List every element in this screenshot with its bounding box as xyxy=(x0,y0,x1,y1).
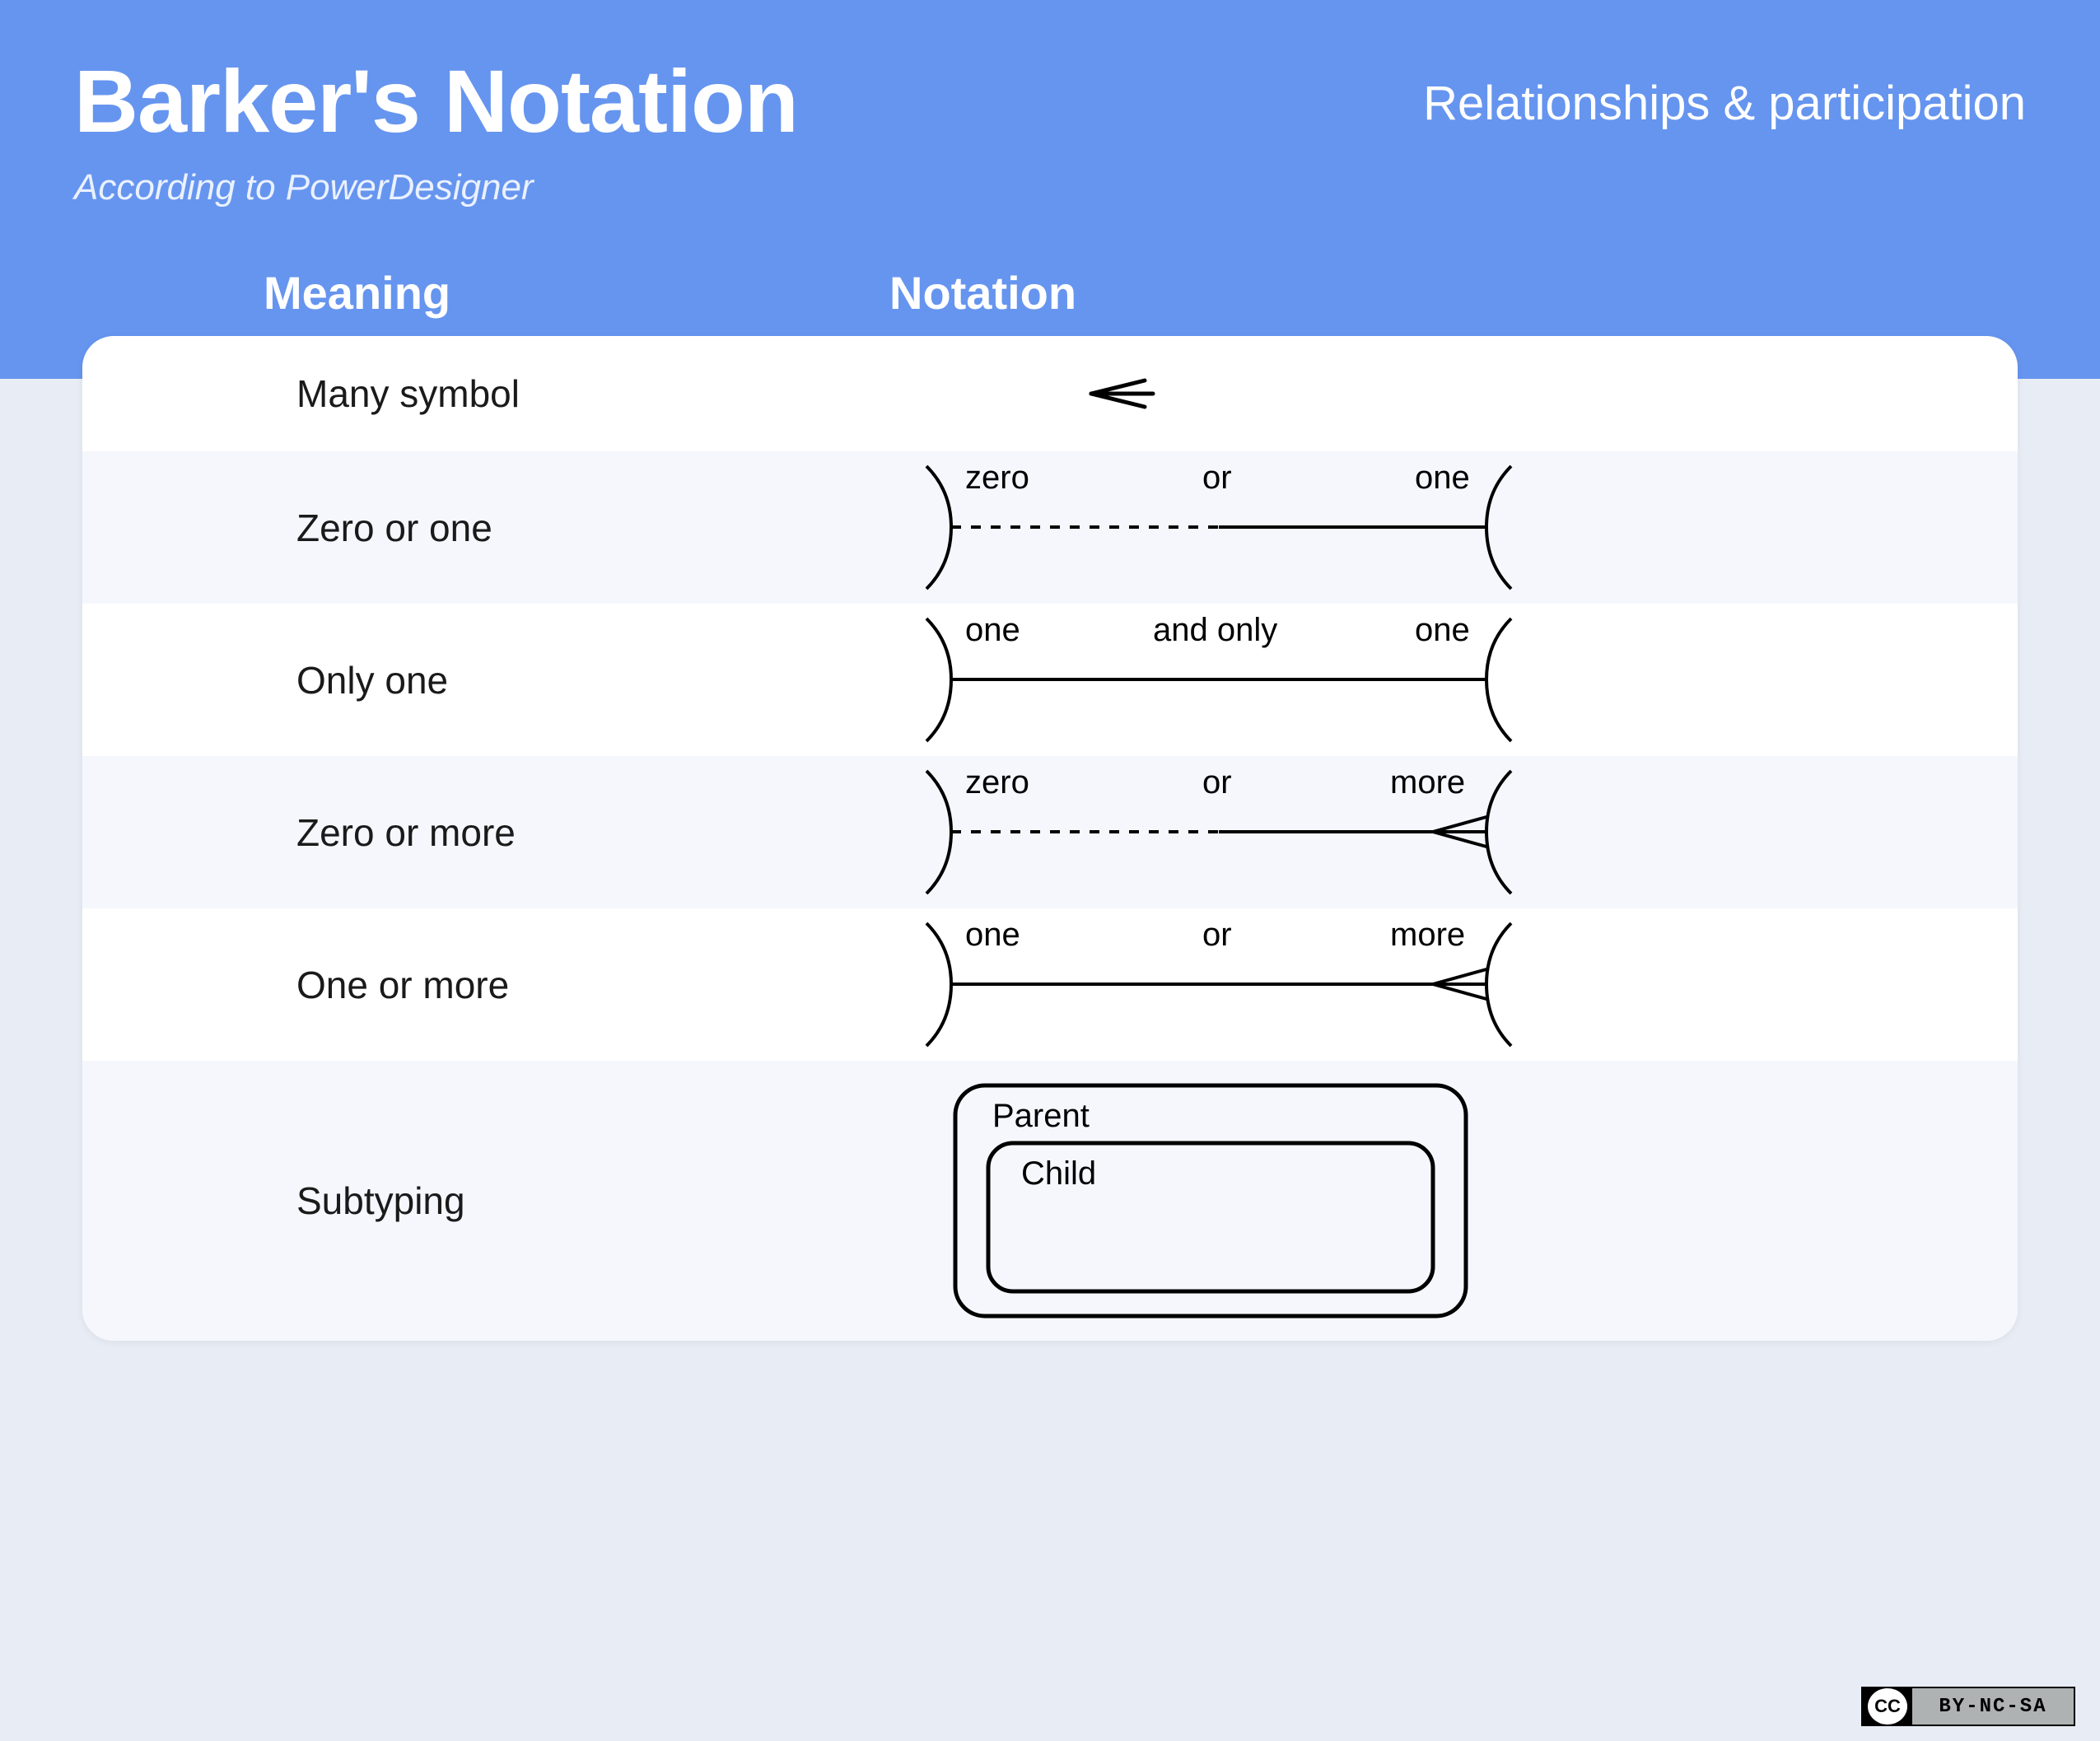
page-subtitle: According to PowerDesigner xyxy=(74,167,2026,208)
label-one: one xyxy=(965,917,1020,953)
notation-one-or-more: one or more xyxy=(906,908,2018,1061)
row-subtyping: Subtyping Parent Child xyxy=(82,1061,2018,1341)
only-one-diagram: one and only one xyxy=(906,604,1647,756)
meaning-one-or-more: One or more xyxy=(296,963,906,1007)
label-more: more xyxy=(1390,917,1465,953)
label-zero: zero xyxy=(965,460,1029,496)
license-badge: CC BY-NC-SA xyxy=(1861,1687,2075,1726)
label-one-right: one xyxy=(1415,612,1470,648)
notation-only-one: one and only one xyxy=(906,604,2018,756)
one-or-more-diagram: one or more xyxy=(906,908,1647,1061)
label-or: or xyxy=(1202,764,1232,800)
subtyping-diagram: Parent Child xyxy=(906,1061,1647,1341)
label-and-only: and only xyxy=(1153,612,1277,648)
meaning-only-one: Only one xyxy=(296,658,906,702)
label-parent: Parent xyxy=(992,1098,1090,1134)
label-one: one xyxy=(1415,460,1470,496)
meaning-zero-or-more: Zero or more xyxy=(296,810,906,855)
zero-or-one-diagram: zero or one xyxy=(906,451,1647,604)
column-header-meaning: Meaning xyxy=(264,266,889,320)
notation-many xyxy=(906,336,2018,451)
header-banner: Barker's Notation According to PowerDesi… xyxy=(0,0,2100,379)
label-zero: zero xyxy=(965,764,1029,800)
notation-table: Many symbol Zero or one zero xyxy=(82,336,2018,1341)
license-text: BY-NC-SA xyxy=(1912,1688,2074,1725)
label-one-left: one xyxy=(965,612,1020,648)
row-one-or-more: One or more one or more xyxy=(82,908,2018,1061)
column-header-notation: Notation xyxy=(889,266,1076,320)
label-or: or xyxy=(1202,460,1232,496)
notation-subtyping: Parent Child xyxy=(906,1061,2018,1341)
row-only-one: Only one one and only one xyxy=(82,604,2018,756)
meaning-zero-or-one: Zero or one xyxy=(296,506,906,550)
row-many-symbol: Many symbol xyxy=(82,336,2018,451)
meaning-many: Many symbol xyxy=(296,371,906,416)
label-or: or xyxy=(1202,917,1232,953)
notation-zero-or-one: zero or one xyxy=(906,451,2018,604)
row-zero-or-more: Zero or more zero or more xyxy=(82,756,2018,908)
many-symbol-icon xyxy=(906,336,1565,451)
row-zero-or-one: Zero or one zero or one xyxy=(82,451,2018,604)
meaning-subtyping: Subtyping xyxy=(296,1179,906,1223)
section-label: Relationships & participation xyxy=(1423,76,2026,131)
zero-or-more-diagram: zero or more xyxy=(906,756,1647,908)
cc-icon: CC xyxy=(1868,1688,1907,1725)
column-headers: Meaning Notation xyxy=(74,266,2026,320)
label-child: Child xyxy=(1021,1155,1096,1192)
label-more: more xyxy=(1390,764,1465,800)
notation-zero-or-more: zero or more xyxy=(906,756,2018,908)
